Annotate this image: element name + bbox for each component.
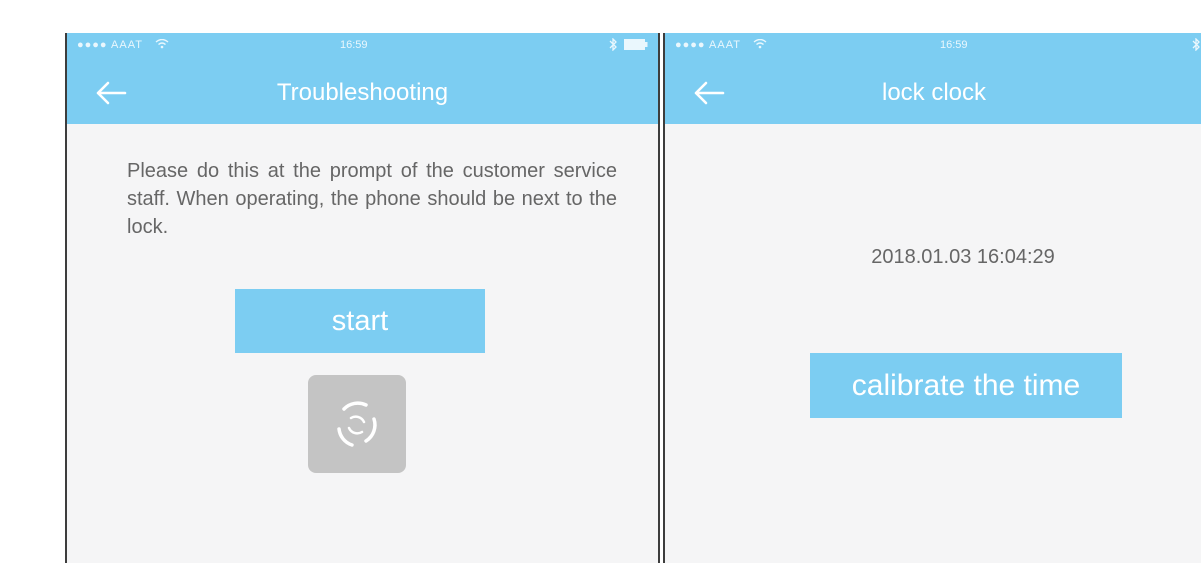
page-title: Troubleshooting: [276, 79, 449, 106]
instruction-text: Please do this at the prompt of the cust…: [127, 160, 617, 238]
battery-icon: [624, 39, 648, 50]
status-bar: ●●●● AAAT 16:59: [665, 33, 1201, 59]
wifi-icon: [753, 38, 767, 49]
start-button[interactable]: start: [235, 289, 485, 353]
loading-spinner-icon: [337, 401, 377, 447]
signal-carrier: ●●●● AAAT: [675, 38, 767, 51]
calibrate-time-button[interactable]: calibrate the time: [810, 353, 1122, 418]
page-title: lock clock: [881, 79, 987, 106]
status-bar: ●●●● AAAT 16:59: [67, 33, 658, 59]
troubleshooting-screen: ●●●● AAAT 16:59 Troubleshooting Please d…: [65, 33, 660, 563]
lock-datetime: 2018.01.03 16:04:29: [871, 246, 1055, 268]
carrier-name: AAAT: [709, 39, 741, 51]
bluetooth-icon: [1192, 37, 1200, 52]
signal-dots-icon: ●●●●: [77, 39, 108, 51]
wifi-icon: [155, 38, 169, 49]
lock-clock-screen: ●●●● AAAT 16:59 lock clock 2018.01.03 16…: [663, 33, 1201, 563]
status-right: [1191, 37, 1201, 52]
signal-dots-icon: ●●●●: [675, 39, 706, 51]
signal-carrier: ●●●● AAAT: [77, 38, 169, 51]
status-time: 16:59: [340, 39, 368, 51]
loading-indicator: [308, 375, 406, 473]
carrier-name: AAAT: [111, 39, 143, 51]
nav-bar: Troubleshooting: [67, 59, 658, 124]
status-right: [608, 37, 648, 52]
status-time: 16:59: [940, 39, 968, 51]
bluetooth-icon: [609, 37, 617, 52]
nav-bar: lock clock: [665, 59, 1201, 124]
